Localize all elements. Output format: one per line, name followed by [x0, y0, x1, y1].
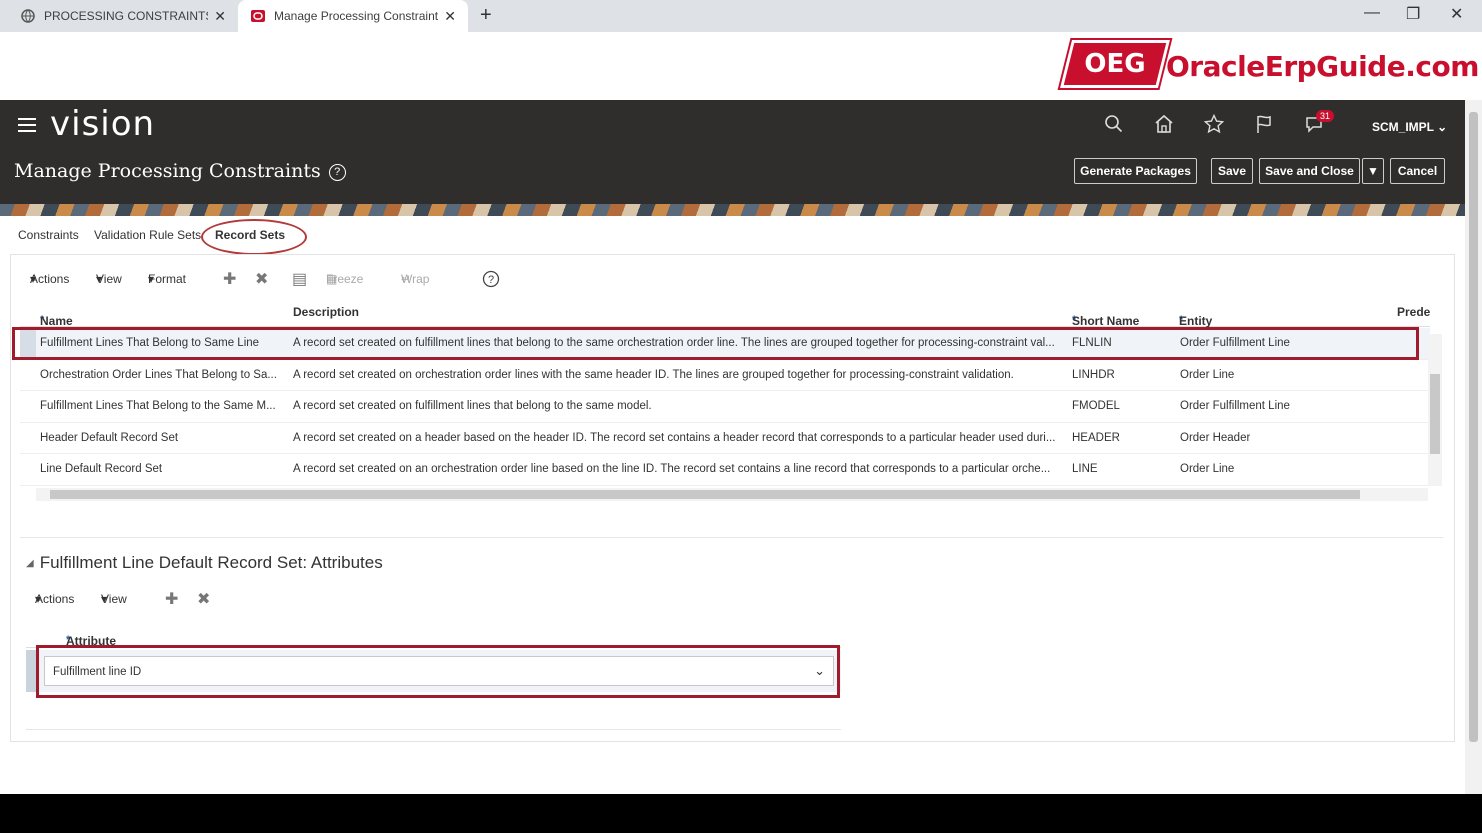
- dropdown-arrow-icon: ▾: [101, 592, 108, 606]
- watermark-banner: OEG OracleErpGuide.com: [0, 32, 1482, 100]
- save-button[interactable]: Save: [1211, 158, 1253, 184]
- page-title: Manage Processing Constraints?: [14, 160, 346, 182]
- minimize-button[interactable]: —: [1364, 4, 1380, 22]
- browser-tab-pdf[interactable]: PROCESSING CONSTRAINTS.pdf ✕: [8, 0, 238, 32]
- decorative-band: [0, 204, 1465, 216]
- attributes-section-title[interactable]: ◢ Fulfillment Line Default Record Set: At…: [26, 553, 383, 573]
- dropdown-arrow-icon: ▾: [30, 272, 37, 286]
- generate-packages-button[interactable]: Generate Packages: [1074, 158, 1197, 184]
- section-divider: [20, 537, 1443, 538]
- close-tab-icon[interactable]: ✕: [214, 8, 226, 25]
- page-scrollbar[interactable]: [1465, 100, 1482, 794]
- collapse-triangle-icon[interactable]: ◢: [26, 558, 34, 569]
- chevron-down-icon: ⌄: [1437, 120, 1448, 134]
- browser-tab-title: PROCESSING CONSTRAINTS.pdf: [44, 9, 208, 23]
- row-entity: Order Line: [1180, 368, 1235, 381]
- row-short-name: HEADER: [1072, 431, 1120, 444]
- row-name: Orchestration Order Lines That Belong to…: [40, 368, 277, 381]
- app-header: vision Manage Processing Constraints? 31…: [0, 100, 1465, 204]
- cancel-button[interactable]: Cancel: [1390, 158, 1445, 184]
- save-and-close-button[interactable]: Save and Close: [1259, 158, 1360, 184]
- row-short-name: LINE: [1072, 463, 1098, 475]
- row-description: A record set created on a header based o…: [293, 431, 1056, 444]
- browser-tabstrip: PROCESSING CONSTRAINTS.pdf ✕ Manage Proc…: [0, 0, 1482, 32]
- dropdown-arrow-icon: ▾: [35, 592, 42, 606]
- add-icon[interactable]: ✚: [223, 269, 236, 289]
- dropdown-arrow-icon: ▾: [148, 272, 155, 286]
- row-entity: Order Header: [1180, 431, 1251, 444]
- table-row[interactable]: Fulfillment Lines That Belong to the Sam…: [20, 391, 1430, 423]
- oracle-icon: [250, 8, 266, 24]
- row-short-name: FMODEL: [1072, 400, 1120, 412]
- table-horizontal-scrollbar[interactable]: [36, 488, 1428, 501]
- restore-button[interactable]: ❐: [1406, 4, 1420, 24]
- column-predefined[interactable]: Prede: [1397, 305, 1430, 319]
- row-short-name: LINHDR: [1072, 368, 1115, 381]
- watermark-text: OracleErpGuide.com: [1166, 50, 1479, 83]
- favorites-star-icon[interactable]: [1203, 113, 1225, 140]
- help-icon[interactable]: ?: [328, 164, 346, 181]
- table-row[interactable]: Line Default Record Set A record set cre…: [20, 454, 1430, 486]
- table-row[interactable]: Orchestration Order Lines That Belong to…: [20, 360, 1430, 391]
- close-tab-icon[interactable]: ✕: [444, 8, 456, 25]
- row-description: A record set created on orchestration or…: [293, 368, 1014, 381]
- close-window-button[interactable]: ✕: [1450, 4, 1463, 24]
- add-icon[interactable]: ✚: [165, 589, 178, 609]
- new-tab-button[interactable]: +: [480, 4, 492, 27]
- home-icon[interactable]: [1154, 114, 1174, 140]
- column-description[interactable]: Description: [293, 305, 359, 319]
- brand-logo: vision: [50, 104, 156, 144]
- delete-icon[interactable]: ✖: [197, 589, 210, 609]
- row-name: Fulfillment Lines That Belong to the Sam…: [40, 400, 276, 412]
- highlight-box-attribute: [36, 645, 840, 698]
- attributes-table-header: *Attribute Name: [26, 620, 841, 662]
- detach-icon[interactable]: ▤: [292, 269, 307, 289]
- dropdown-arrow-icon: ▾: [96, 272, 103, 286]
- highlight-ring: [201, 219, 307, 255]
- flag-icon[interactable]: [1254, 114, 1274, 140]
- table-row[interactable]: Header Default Record Set A record set c…: [20, 423, 1430, 454]
- globe-icon: [20, 8, 36, 24]
- table-header: * Name Description * Short Name * Entity Pr…: [20, 296, 1430, 328]
- tab-validation-rule-sets[interactable]: Validation Rule Sets: [94, 228, 201, 242]
- row-entity: Order Line: [1180, 463, 1235, 475]
- menu-icon[interactable]: [18, 118, 36, 136]
- browser-tab-title: Manage Processing Constraints -: [274, 9, 439, 23]
- tab-constraints[interactable]: Constraints: [18, 228, 79, 242]
- browser-tab-active[interactable]: Manage Processing Constraints - ✕: [238, 0, 468, 32]
- highlight-box-row: [12, 327, 1419, 360]
- help-icon[interactable]: ?: [482, 270, 500, 291]
- oeg-logo: OEG: [1057, 38, 1173, 90]
- row-name: Header Default Record Set: [40, 431, 179, 444]
- search-icon[interactable]: [1104, 114, 1124, 140]
- save-menu-dropdown-icon[interactable]: ▼: [1362, 158, 1384, 184]
- row-name: Line Default Record Set: [40, 463, 163, 475]
- row-description: A record set created on an orchestration…: [293, 463, 1051, 475]
- svg-text:?: ?: [488, 274, 494, 286]
- user-menu[interactable]: SCM_IMPL ⌄: [1372, 120, 1447, 134]
- table-vertical-scrollbar[interactable]: [1428, 334, 1442, 486]
- attributes-table-footer: [26, 729, 841, 730]
- row-description: A record set created on fulfillment line…: [293, 400, 652, 412]
- notifications-badge: 31: [1316, 110, 1335, 122]
- row-entity: Order Fulfillment Line: [1180, 400, 1290, 412]
- delete-icon[interactable]: ✖: [255, 269, 268, 289]
